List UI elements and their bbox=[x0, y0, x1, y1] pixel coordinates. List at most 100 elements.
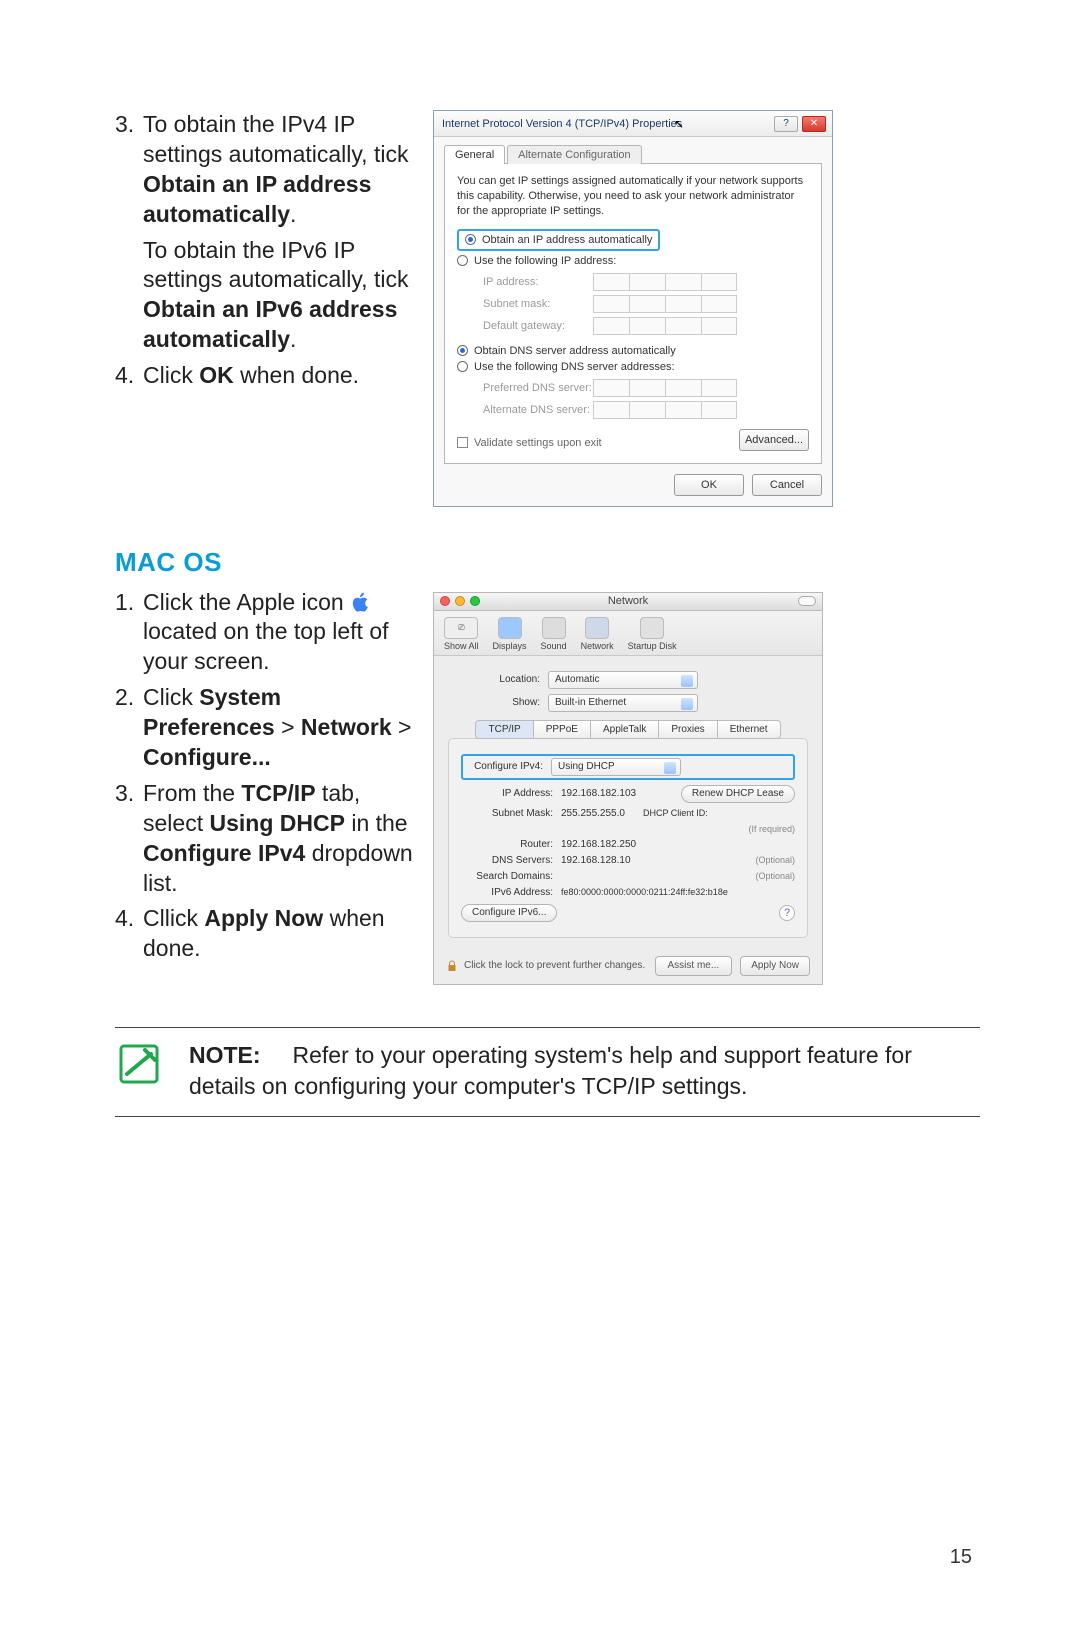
mac-step4-a: Cllick bbox=[143, 905, 204, 931]
input-default-gateway[interactable] bbox=[593, 317, 737, 335]
tab-appletalk[interactable]: AppleTalk bbox=[590, 720, 658, 739]
select-show-value: Built-in Ethernet bbox=[555, 697, 626, 708]
mac-titlebar: Network bbox=[434, 593, 822, 611]
step-number: 2. bbox=[115, 683, 143, 773]
input-alternate-dns[interactable] bbox=[593, 401, 737, 419]
macos-steps: 1. Click the Apple icon located on the t… bbox=[115, 588, 415, 965]
configure-ipv6-button[interactable]: Configure IPv6... bbox=[461, 904, 557, 922]
windows-steps: 3. To obtain the IPv4 IP settings automa… bbox=[115, 110, 415, 391]
dialog-title: Internet Protocol Version 4 (TCP/IPv4) P… bbox=[442, 118, 682, 130]
help-button[interactable]: ? bbox=[774, 116, 798, 132]
select-configure-ipv4-value: Using DHCP bbox=[558, 761, 615, 772]
mac-step1-a: Click the Apple icon bbox=[143, 589, 350, 615]
checkbox-validate-settings-label: Validate settings upon exit bbox=[474, 437, 602, 449]
note-block: NOTE: Refer to your operating system's h… bbox=[115, 1027, 980, 1117]
value-dns-servers: 192.168.128.10 bbox=[561, 855, 631, 866]
toolbar-showall[interactable]: ⎚Show All bbox=[444, 617, 479, 651]
highlight-obtain-ip: Obtain an IP address automatically bbox=[457, 229, 660, 251]
label-dns-servers: DNS Servers: bbox=[461, 855, 561, 866]
toolbar-displays-label: Displays bbox=[493, 641, 527, 651]
toolbar-showall-label: Show All bbox=[444, 641, 479, 651]
mac-toolbar: ⎚Show All Displays Sound Network Startup… bbox=[434, 611, 822, 656]
help-icon[interactable]: ? bbox=[779, 905, 795, 921]
tab-alternate-config[interactable]: Alternate Configuration bbox=[507, 145, 642, 164]
radio-obtain-dns-auto[interactable] bbox=[457, 345, 468, 356]
apply-now-button[interactable]: Apply Now bbox=[741, 960, 809, 971]
step3-part2c: . bbox=[290, 326, 296, 352]
mac-step2-d: Network bbox=[301, 714, 392, 740]
mac-step2-e: > bbox=[392, 714, 412, 740]
toolbar-startup-label: Startup Disk bbox=[628, 641, 677, 651]
note-icon bbox=[115, 1040, 163, 1088]
tab-tcpip[interactable]: TCP/IP bbox=[475, 720, 532, 739]
step-number: 3. bbox=[115, 779, 143, 899]
label-ip-address: IP Address: bbox=[461, 788, 561, 799]
assist-me-button[interactable]: Assist me... bbox=[655, 956, 733, 976]
toolbar-sound[interactable]: Sound bbox=[541, 617, 567, 651]
close-button[interactable]: ✕ bbox=[802, 116, 826, 132]
input-preferred-dns[interactable] bbox=[593, 379, 737, 397]
mac-step3-f: Configure IPv4 bbox=[143, 840, 305, 866]
input-subnet-mask[interactable] bbox=[593, 295, 737, 313]
radio-use-following-ip[interactable] bbox=[457, 255, 468, 266]
input-ip-address[interactable] bbox=[593, 273, 737, 291]
radio-use-following-dns[interactable] bbox=[457, 361, 468, 372]
toolbar-network[interactable]: Network bbox=[581, 617, 614, 651]
tab-proxies[interactable]: Proxies bbox=[658, 720, 716, 739]
label-subnet-mask: Subnet mask: bbox=[483, 298, 593, 310]
radio-obtain-ip-auto-label: Obtain an IP address automatically bbox=[482, 234, 652, 246]
value-ipv6-address: fe80:0000:0000:0000:0211:24ff:fe32:b18e bbox=[561, 887, 728, 897]
checkbox-validate-settings[interactable] bbox=[457, 437, 468, 448]
dialog-titlebar: Internet Protocol Version 4 (TCP/IPv4) P… bbox=[434, 111, 832, 137]
highlight-configure-ipv4: Configure IPv4: Using DHCP bbox=[461, 754, 795, 780]
label-ip-address: IP address: bbox=[483, 276, 593, 288]
value-router: 192.168.182.250 bbox=[561, 839, 636, 850]
mac-window-title: Network bbox=[434, 595, 822, 607]
mac-network-window: Network ⎚Show All Displays Sound Network… bbox=[433, 592, 823, 985]
note-text: Refer to your operating system's help an… bbox=[189, 1042, 912, 1099]
label-ipv6-address: IPv6 Address: bbox=[461, 887, 561, 898]
windows-ipv4-dialog: Internet Protocol Version 4 (TCP/IPv4) P… bbox=[433, 110, 833, 507]
step-number: 4. bbox=[115, 904, 143, 964]
label-dhcp-client-id: DHCP Client ID: bbox=[643, 808, 708, 818]
hint-optional-2: (Optional) bbox=[755, 871, 795, 881]
toolbar-network-label: Network bbox=[581, 641, 614, 651]
select-configure-ipv4[interactable]: Using DHCP bbox=[551, 758, 681, 776]
radio-use-following-ip-label: Use the following IP address: bbox=[474, 255, 616, 267]
hint-if-required: (If required) bbox=[748, 824, 795, 834]
step4-b: OK bbox=[199, 362, 234, 388]
cancel-button[interactable]: Cancel bbox=[752, 474, 822, 496]
tab-ethernet[interactable]: Ethernet bbox=[717, 720, 781, 739]
label-router: Router: bbox=[461, 839, 561, 850]
advanced-button[interactable]: Advanced... bbox=[739, 429, 809, 451]
step3-bold2: Obtain an IPv6 address automatically bbox=[143, 296, 397, 352]
step-number: 4. bbox=[115, 361, 143, 391]
select-location[interactable]: Automatic bbox=[548, 671, 698, 689]
toolbar-startup[interactable]: Startup Disk bbox=[628, 617, 677, 651]
renew-dhcp-button[interactable]: Renew DHCP Lease bbox=[681, 785, 795, 803]
ok-button[interactable]: OK bbox=[674, 474, 744, 496]
step4-c: when done. bbox=[234, 362, 359, 388]
label-show: Show: bbox=[448, 697, 548, 708]
select-show[interactable]: Built-in Ethernet bbox=[548, 694, 698, 712]
page-number: 15 bbox=[950, 1546, 972, 1569]
lock-icon[interactable] bbox=[446, 959, 458, 973]
tab-general[interactable]: General bbox=[444, 145, 505, 164]
step3-part2: To obtain the IPv6 IP settings automatic… bbox=[143, 237, 408, 293]
mac-tabs: TCP/IP PPPoE AppleTalk Proxies Ethernet bbox=[448, 720, 808, 739]
mac-step4-b: Apply Now bbox=[204, 905, 323, 931]
lock-text: Click the lock to prevent further change… bbox=[464, 960, 645, 971]
radio-obtain-ip-auto[interactable] bbox=[465, 234, 476, 245]
toolbar-toggle-icon[interactable] bbox=[798, 596, 816, 606]
tab-pppoe[interactable]: PPPoE bbox=[533, 720, 590, 739]
label-search-domains: Search Domains: bbox=[461, 871, 561, 882]
label-configure-ipv4: Configure IPv4: bbox=[465, 761, 551, 772]
mac-step2-f: Configure... bbox=[143, 744, 271, 770]
toolbar-sound-label: Sound bbox=[541, 641, 567, 651]
mac-step2-c: > bbox=[275, 714, 301, 740]
toolbar-displays[interactable]: Displays bbox=[493, 617, 527, 651]
apple-icon bbox=[350, 591, 372, 613]
radio-obtain-dns-auto-label: Obtain DNS server address automatically bbox=[474, 345, 676, 357]
cursor-icon: ↖ bbox=[674, 117, 684, 131]
label-subnet-mask: Subnet Mask: bbox=[461, 808, 561, 819]
